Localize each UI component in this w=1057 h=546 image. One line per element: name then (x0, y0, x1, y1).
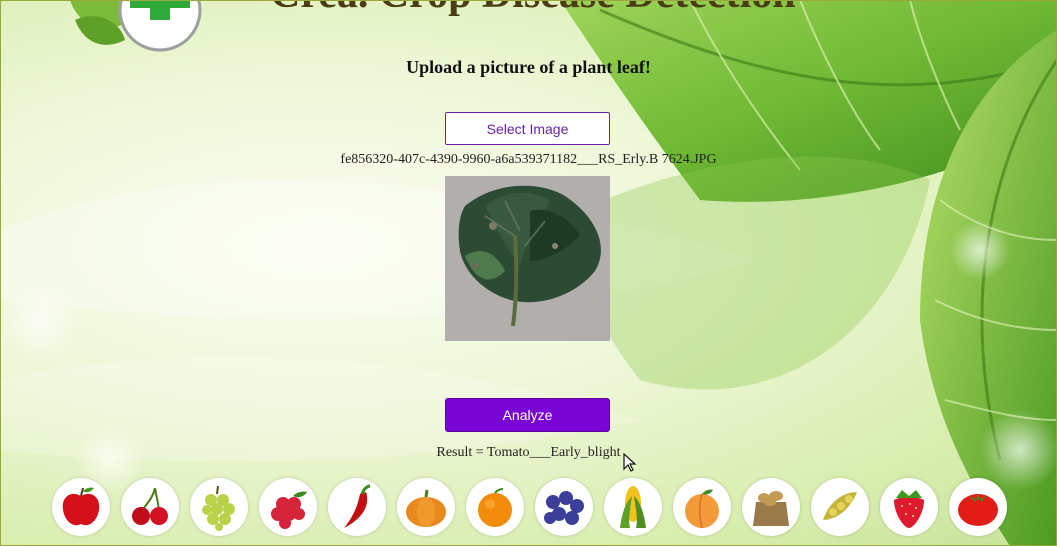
peach-icon (673, 478, 731, 536)
mouse-cursor-icon (623, 453, 637, 472)
analyze-button[interactable]: Analyze (445, 398, 610, 432)
fruit-icon-row (52, 478, 1007, 536)
potato-sack-icon (742, 478, 800, 536)
strawberry-icon (880, 478, 938, 536)
grapes-icon (190, 478, 248, 536)
selected-filename: fe856320-407c-4390-9960-a6a539371182___R… (340, 152, 717, 167)
cherry-icon (121, 478, 179, 536)
leaf-preview-image (445, 176, 610, 341)
raspberry-icon (259, 478, 317, 536)
pumpkin-icon (397, 478, 455, 536)
page-title: Crea. Crop Disease Detection (270, 0, 796, 18)
result-text: Result = Tomato___Early_blight (436, 445, 621, 460)
logo-icon (70, 0, 202, 52)
chili-pepper-icon (328, 478, 386, 536)
apple-icon (52, 478, 110, 536)
orange-icon (466, 478, 524, 536)
soybean-icon (811, 478, 869, 536)
corn-icon (604, 478, 662, 536)
blueberries-icon (535, 478, 593, 536)
select-image-button[interactable]: Select Image (445, 112, 610, 145)
upload-heading: Upload a picture of a plant leaf! (406, 57, 651, 77)
tomato-icon (949, 478, 1007, 536)
